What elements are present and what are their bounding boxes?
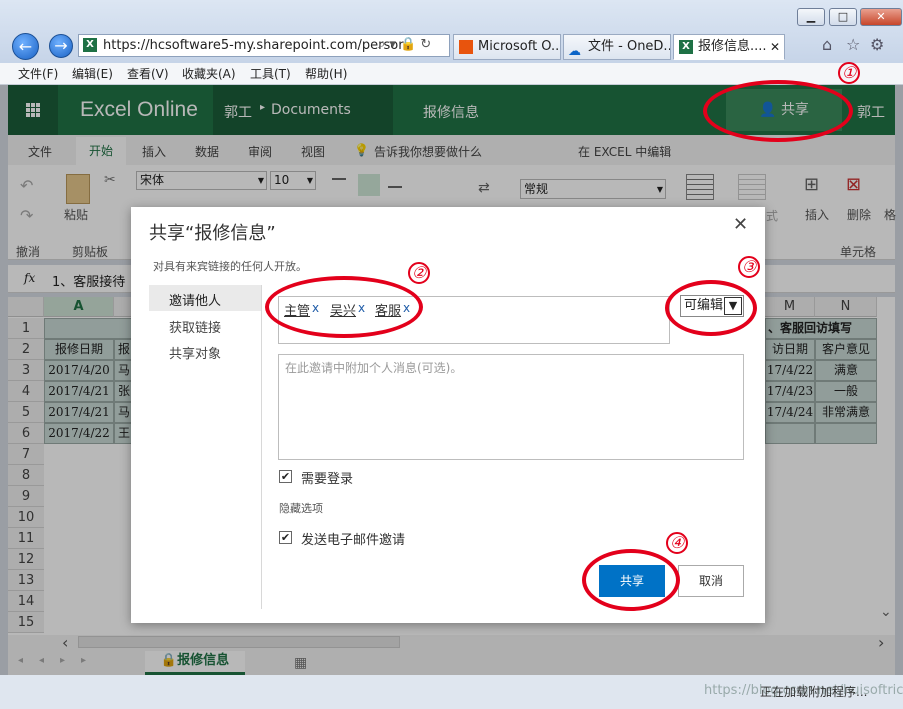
send-email-label: 发送电子邮件邀请 — [301, 533, 406, 548]
dialog-title: 共享“报修信息” — [149, 223, 276, 244]
status-text: 正在加载附加程序... — [760, 685, 868, 699]
menu-tools[interactable]: 工具(T) — [250, 65, 291, 83]
send-email-checkbox[interactable]: ✔ — [279, 531, 292, 544]
tab-label: Microsoft O... — [478, 39, 561, 54]
office-icon — [459, 40, 473, 54]
forward-button[interactable]: → — [49, 34, 73, 58]
hide-options-link[interactable]: 隐藏选项 — [279, 500, 323, 516]
side-item-get-link[interactable]: 获取链接 — [169, 317, 221, 336]
close-tab-icon[interactable]: ✕ — [770, 35, 780, 59]
side-item-shared-with[interactable]: 共享对象 — [169, 343, 221, 362]
favorites-icon[interactable]: ☆ — [846, 35, 860, 54]
annotation-number: ② — [408, 262, 430, 284]
require-signin-label: 需要登录 — [301, 472, 354, 487]
back-button[interactable]: ← — [12, 33, 39, 60]
minimize-button[interactable]: ▁ — [797, 8, 825, 26]
address-tools-icon[interactable]: ⌕ ▾ 🔒 ↻ — [378, 37, 431, 52]
close-icon[interactable]: ✕ — [733, 214, 748, 235]
require-signin-checkbox[interactable]: ✔ — [279, 470, 292, 483]
dialog-subtitle: 对具有来宾链接的任何人开放。 — [153, 260, 307, 273]
tab-label: 文件 - OneD... — [588, 39, 671, 54]
menu-help[interactable]: 帮助(H) — [305, 65, 347, 83]
menu-favorites[interactable]: 收藏夹(A) — [182, 65, 236, 83]
settings-gear-icon[interactable]: ⚙ — [870, 35, 884, 54]
tab-label: 报修信息.... — [698, 39, 767, 54]
menu-edit[interactable]: 编辑(E) — [72, 65, 113, 83]
maximize-button[interactable]: □ — [829, 8, 857, 26]
excel-favicon-icon: X — [83, 38, 97, 52]
side-item-invite[interactable]: 邀请他人 — [169, 290, 221, 309]
browser-tab[interactable]: ☁ 文件 - OneD... — [563, 34, 671, 60]
menu-file[interactable]: 文件(F) — [18, 65, 58, 83]
home-icon[interactable]: ⌂ — [822, 35, 832, 54]
excel-icon: X — [679, 40, 693, 54]
annotation-number: ① — [838, 62, 860, 84]
annotation-ring — [582, 549, 680, 611]
annotation-ring — [703, 80, 853, 142]
message-textarea[interactable]: 在此邀请中附加个人消息(可选)。 — [278, 354, 744, 460]
annotation-number: ④ — [666, 532, 688, 554]
annotation-number: ③ — [738, 256, 760, 278]
browser-tab-active[interactable]: X 报修信息.... ✕ — [673, 34, 785, 60]
annotation-ring — [665, 280, 757, 336]
onedrive-icon: ☁ — [568, 44, 581, 59]
close-window-button[interactable]: ✕ — [860, 8, 902, 26]
browser-tab[interactable]: Microsoft O... — [453, 34, 561, 60]
divider — [261, 285, 262, 609]
message-placeholder: 在此邀请中附加个人消息(可选)。 — [285, 361, 463, 375]
menu-view[interactable]: 查看(V) — [127, 65, 169, 83]
annotation-ring — [265, 276, 423, 338]
dialog-cancel-button[interactable]: 取消 — [678, 565, 744, 597]
address-text: https://hcsoftware5-my.sharepoint.com/pe… — [103, 38, 404, 53]
